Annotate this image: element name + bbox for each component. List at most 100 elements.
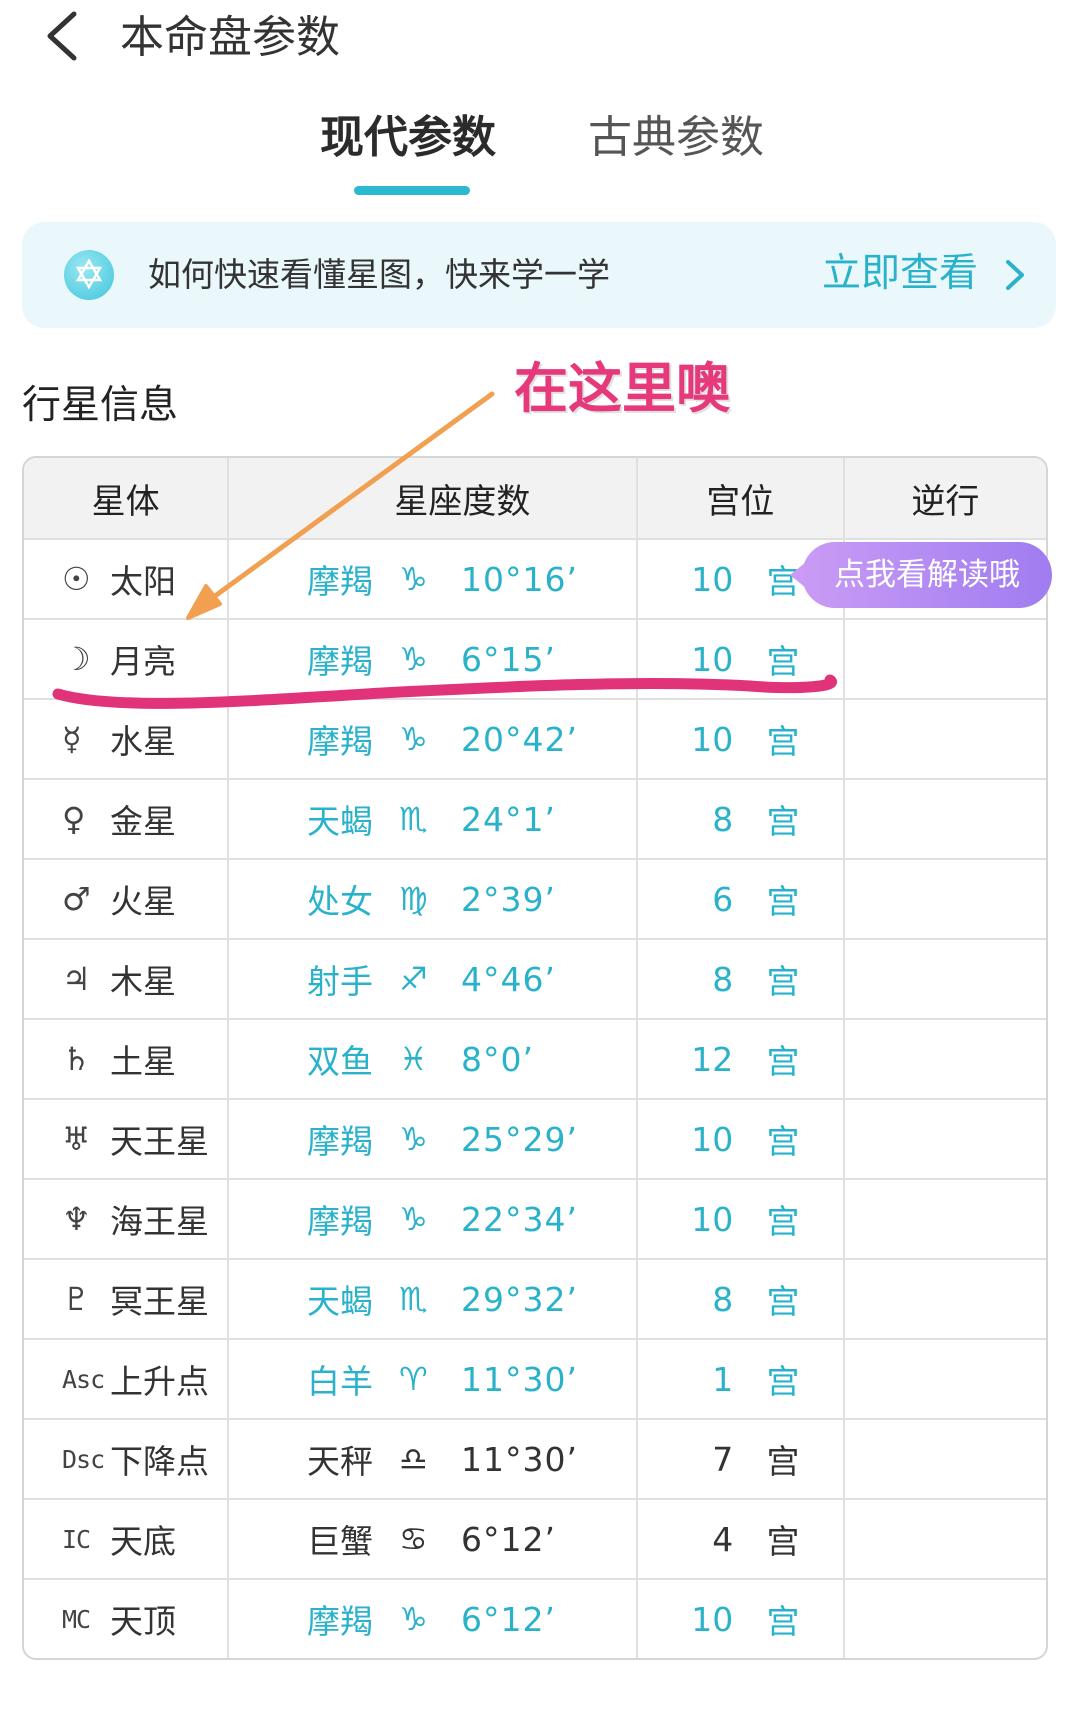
sign-degree: 6°12’ bbox=[460, 1599, 556, 1639]
interpret-tooltip-button[interactable]: 点我看解读哦 bbox=[802, 542, 1052, 608]
zodiac-glyph-icon: ♑ bbox=[398, 560, 428, 598]
planet-name: 冥王星 bbox=[110, 1282, 209, 1321]
tab-active-indicator bbox=[354, 186, 470, 195]
planet-cell: ♇ 冥王星 bbox=[24, 1260, 227, 1338]
planet-symbol-icon: IC bbox=[62, 1524, 91, 1554]
chevron-left-icon[interactable] bbox=[36, 6, 96, 66]
zodiac-glyph-icon: ♓ bbox=[398, 1040, 428, 1078]
house-number: 1 bbox=[712, 1359, 734, 1399]
retrograde-cell bbox=[843, 1420, 1046, 1498]
house-number: 8 bbox=[712, 799, 734, 839]
sign-degree-cell: 天蝎 ♏ 24°1’ bbox=[226, 780, 637, 858]
zodiac-glyph-icon: ♑ bbox=[398, 640, 428, 678]
planet-symbol-icon: ♀ bbox=[62, 800, 86, 838]
sign-degree: 10°16’ bbox=[460, 559, 578, 599]
table-row[interactable]: ♄ 土星 双鱼 ♓ 8°0’ 12 宫 bbox=[24, 1018, 1046, 1098]
planet-cell: Asc 上升点 bbox=[24, 1340, 227, 1418]
retrograde-cell bbox=[843, 1100, 1046, 1178]
chevron-right-icon[interactable] bbox=[998, 256, 1032, 294]
house-cell: 10 宫 bbox=[636, 1180, 843, 1258]
house-number: 8 bbox=[712, 1279, 734, 1319]
house-unit: 宫 bbox=[766, 1122, 800, 1161]
sign-name: 摩羯 bbox=[306, 1602, 373, 1641]
sign-degree-cell: 摩羯 ♑ 22°34’ bbox=[226, 1180, 637, 1258]
house-cell: 8宫 bbox=[636, 1260, 843, 1338]
sign-degree-cell: 巨蟹 ♋ 6°12’ bbox=[226, 1500, 637, 1578]
house-unit: 宫 bbox=[766, 882, 800, 921]
tab-modern-params[interactable]: 现代参数 bbox=[320, 108, 496, 168]
sign-name: 摩羯 bbox=[306, 722, 373, 761]
planet-cell: ☉ 太阳 bbox=[24, 540, 227, 618]
house-unit: 宫 bbox=[766, 1602, 800, 1641]
house-number: 7 bbox=[712, 1439, 734, 1479]
sign-degree: 24°1’ bbox=[460, 799, 556, 839]
sign-degree-cell: 天蝎 ♏ 29°32’ bbox=[226, 1260, 637, 1338]
table-row[interactable]: ♆ 海王星 摩羯 ♑ 22°34’ 10 宫 bbox=[24, 1178, 1046, 1258]
planet-symbol-icon: ♂ bbox=[62, 880, 91, 918]
sign-name: 双鱼 bbox=[306, 1042, 373, 1081]
house-unit: 宫 bbox=[766, 802, 800, 841]
house-unit: 宫 bbox=[766, 1202, 800, 1241]
planet-symbol-icon: ♄ bbox=[62, 1040, 91, 1078]
retrograde-cell bbox=[843, 1500, 1046, 1578]
sign-name: 摩羯 bbox=[306, 642, 373, 681]
house-unit: 宫 bbox=[766, 1442, 800, 1481]
house-number: 10 bbox=[691, 1199, 734, 1239]
tab-classic-params[interactable]: 古典参数 bbox=[588, 108, 764, 168]
planet-name: 上升点 bbox=[110, 1362, 209, 1401]
header-body: 星体 bbox=[91, 481, 160, 522]
planet-cell: IC 天底 bbox=[24, 1500, 227, 1578]
house-number: 10 bbox=[691, 639, 734, 679]
zodiac-glyph-icon: ♑ bbox=[398, 1600, 428, 1638]
table-row[interactable]: ♃ 木星 射手 ♐ 4°46’ 8 宫 bbox=[24, 938, 1046, 1018]
sign-name: 射手 bbox=[306, 962, 373, 1001]
retrograde-cell bbox=[843, 940, 1046, 1018]
retrograde-cell bbox=[843, 780, 1046, 858]
table-row[interactable]: ☿ 水星 摩羯 ♑ 20°42’ 10 宫 bbox=[24, 698, 1046, 778]
house-unit: 宫 bbox=[766, 1282, 800, 1321]
sign-name: 天蝎 bbox=[306, 802, 373, 841]
sign-degree: 25°29’ bbox=[460, 1119, 578, 1159]
planet-name: 天顶 bbox=[110, 1602, 176, 1641]
sign-degree-cell: 处女 ♍ 2°39’ bbox=[226, 860, 637, 938]
table-row[interactable]: MC 天顶 摩羯 ♑ 6°12’ 10 宫 bbox=[24, 1578, 1046, 1658]
sign-degree: 4°46’ bbox=[460, 959, 556, 999]
table-row[interactable]: Asc 上升点 白羊 ♈ 11°30’ 1 宫 bbox=[24, 1338, 1046, 1418]
zodiac-glyph-icon: ♍ bbox=[398, 880, 428, 918]
retrograde-cell bbox=[843, 1340, 1046, 1418]
sign-degree-cell: 摩羯 ♑ 25°29’ bbox=[226, 1100, 637, 1178]
house-cell: 10 宫 bbox=[636, 1580, 843, 1658]
planet-cell: ☿ 水星 bbox=[24, 700, 227, 778]
table-row[interactable]: ♅ 天王星 摩羯 ♑ 25°29’ 10 宫 bbox=[24, 1098, 1046, 1178]
annotation-text: 在这里噢 bbox=[514, 357, 730, 420]
table-row[interactable]: IC 天底 巨蟹 ♋ 6°12’ 4 宫 bbox=[24, 1498, 1046, 1578]
sign-degree: 11°30’ bbox=[460, 1359, 578, 1399]
learn-banner[interactable]: 如何快速看懂星图，快来学一学 立即查看 bbox=[22, 222, 1056, 328]
header-sign-degree: 星座度数 bbox=[227, 458, 636, 538]
tab-bar: 现代参数 古典参数 bbox=[0, 108, 1080, 198]
retrograde-cell bbox=[843, 1020, 1046, 1098]
table-row[interactable]: Dsc 下降点 天秤 ♎ 11°30’ 7 宫 bbox=[24, 1418, 1046, 1498]
retrograde-cell bbox=[843, 1580, 1046, 1658]
planet-name: 太阳 bbox=[110, 562, 176, 601]
house-number: 6 bbox=[712, 879, 734, 919]
table-row[interactable]: ☽ 月亮 摩羯 ♑ 6°15’ 10 宫 bbox=[24, 618, 1046, 698]
retrograde-cell bbox=[843, 620, 1046, 698]
planet-name: 天王星 bbox=[110, 1122, 209, 1161]
planet-table: 星体 星座度数 宫位 逆行 ☉ 太阳 摩羯 ♑ 10°16’ 10 宫 ☽ 月亮 摩羯 ♑ 6°15’… bbox=[22, 456, 1048, 1660]
house-number: 10 bbox=[691, 559, 734, 599]
zodiac-glyph-icon: ♋ bbox=[398, 1520, 428, 1558]
table-row[interactable]: ♂ 火星 处女 ♍ 2°39’ 6 宫 bbox=[24, 858, 1046, 938]
planet-cell: Dsc 下降点 bbox=[24, 1420, 227, 1498]
table-row[interactable]: ♇ 冥王星 天蝎 ♏ 29°32’ 8 宫 bbox=[24, 1258, 1046, 1338]
sign-name: 天蝎 bbox=[306, 1282, 373, 1321]
retrograde-cell bbox=[843, 700, 1046, 778]
house-unit: 宫 bbox=[766, 962, 800, 1001]
view-now-link[interactable]: 立即查看 bbox=[822, 244, 978, 304]
planet-name: 金星 bbox=[110, 802, 176, 841]
table-row[interactable]: ♀ 金星 天蝎 ♏ 24°1’ 8 宫 bbox=[24, 778, 1046, 858]
planet-cell: ☽ 月亮 bbox=[24, 620, 227, 698]
house-cell: 10 宫 bbox=[636, 620, 843, 698]
sign-degree-cell: 白羊 ♈ 11°30’ bbox=[226, 1340, 637, 1418]
house-cell: 1宫 bbox=[636, 1340, 843, 1418]
